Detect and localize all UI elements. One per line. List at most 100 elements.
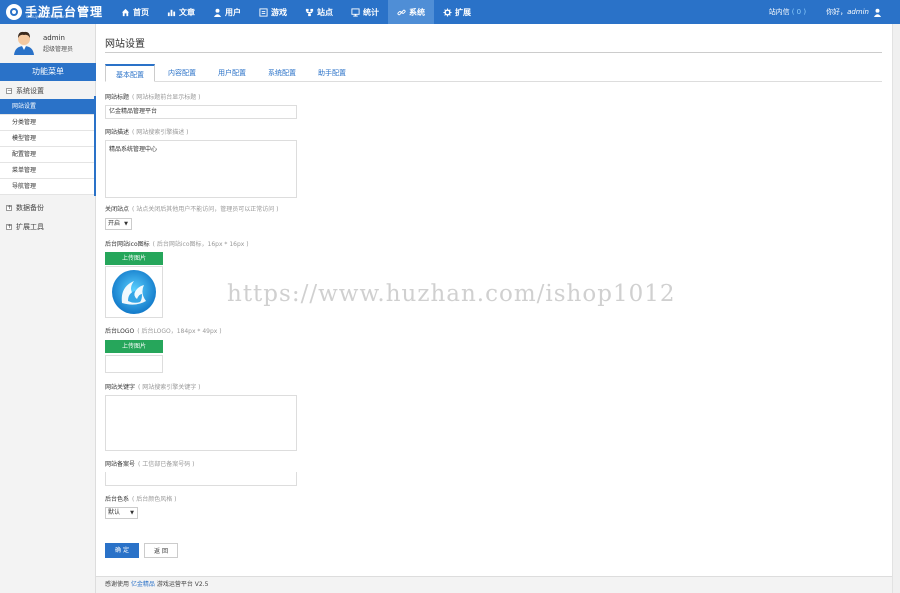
field-hint: ( 网站标题前台显示标题 ) — [132, 94, 201, 101]
username: admin — [847, 8, 869, 16]
nav-stats-label: 统计 — [363, 7, 379, 17]
nav-extend-label: 扩展 — [455, 7, 471, 17]
close-site-select[interactable]: 开启 ▼ — [105, 218, 132, 230]
nav-sites-label: 站点 — [317, 7, 333, 17]
field-label: 后台LOGO — [105, 328, 135, 335]
chart-icon — [167, 9, 176, 16]
tab-assistant[interactable]: 助手配置 — [307, 64, 357, 82]
dropdown-arrow-icon: ▼ — [130, 510, 134, 516]
field-label: 关闭站点 — [105, 206, 130, 213]
sidebar-item-config[interactable]: 配置管理 — [0, 147, 94, 163]
main-nav: 首页 文章 用户 游戏 站点 统计 系统 扩展 — [112, 0, 480, 24]
color-select[interactable]: 默认 ▼ — [105, 507, 138, 519]
field-hint: ( 后台颜色风格 ) — [132, 496, 177, 503]
site-desc-label: 网站描述( 网站搜索引擎描述 ) — [105, 127, 189, 136]
sidebar-item-models[interactable]: 模型管理 — [0, 131, 94, 147]
game-icon — [259, 7, 268, 17]
page-title: 网站设置 — [105, 39, 145, 50]
title-divider — [105, 52, 882, 53]
icp-input[interactable] — [105, 472, 297, 486]
field-hint: ( 后台LOGO，184px * 49px ) — [137, 328, 222, 335]
expand-icon: + — [6, 204, 13, 211]
field-label: 后台网站ico图标 — [105, 241, 150, 248]
sidebar-item-categories[interactable]: 分类管理 — [0, 115, 94, 131]
icp-label: 网站备案号( 工信部已备案号码 ) — [105, 459, 195, 468]
sidebar-group-label: 数据备份 — [16, 204, 44, 212]
keywords-label: 网站关键字( 网站搜索引擎关键字 ) — [105, 382, 201, 391]
select-value: 开启 — [108, 220, 121, 227]
save-button[interactable]: 确 定 — [105, 543, 139, 558]
monitor-icon — [351, 7, 360, 17]
site-title-input[interactable]: 亿金精品管理平台 — [105, 105, 297, 119]
nav-games[interactable]: 游戏 — [250, 0, 296, 24]
field-hint: ( 网站搜索引擎关键字 ) — [138, 384, 201, 391]
nav-articles-label: 文章 — [179, 7, 195, 17]
nav-stats[interactable]: 统计 — [342, 0, 388, 24]
logo-subtitle: shouyouhoutaiguanli — [26, 14, 68, 19]
ico-label: 后台网站ico图标( 后台网站ico图标，16px * 16px ) — [105, 239, 249, 248]
sidebar-item-site-settings[interactable]: 网站设置 — [0, 99, 94, 115]
footer-prefix: 感谢使用 — [105, 581, 131, 588]
menu-title: 功能菜单 — [0, 63, 96, 81]
nav-home[interactable]: 首页 — [112, 0, 158, 24]
field-label: 网站备案号 — [105, 461, 136, 468]
logo-icon — [6, 4, 22, 20]
flame-logo-icon — [112, 270, 156, 314]
sidebar-item-menus[interactable]: 菜单管理 — [0, 163, 94, 179]
user-menu-icon[interactable] — [873, 8, 882, 17]
field-label: 网站关键字 — [105, 384, 136, 391]
footer-link[interactable]: 亿金精品 — [131, 581, 155, 588]
logo-preview — [105, 355, 163, 373]
sitemap-icon — [305, 8, 314, 16]
tab-system[interactable]: 系统配置 — [257, 64, 307, 82]
nav-system[interactable]: 系统 — [388, 0, 434, 24]
sidebar-group-label: 系统设置 — [16, 87, 44, 95]
keywords-textarea[interactable] — [105, 395, 297, 451]
field-hint: ( 工信部已备案号码 ) — [138, 461, 195, 468]
messages-link[interactable]: 站内信( 0 ) — [769, 7, 808, 17]
sidebar-item-navigation[interactable]: 导航管理 — [0, 179, 94, 195]
sidebar-group-label: 扩展工具 — [16, 223, 44, 231]
collapse-icon: − — [6, 87, 13, 94]
dropdown-arrow-icon: ▼ — [124, 221, 128, 227]
user-greeting[interactable]: 你好，admin — [826, 7, 869, 17]
tab-content[interactable]: 内容配置 — [157, 64, 207, 82]
messages-count: ( 0 ) — [791, 8, 807, 16]
back-button[interactable]: 返 回 — [144, 543, 178, 558]
nav-sites[interactable]: 站点 — [296, 0, 342, 24]
tab-basic[interactable]: 基本配置 — [105, 64, 155, 82]
sidebar-group-backup[interactable]: + 数据备份 — [0, 201, 96, 215]
profile-card: admin 超级管理员 — [0, 24, 96, 61]
field-hint: ( 站点关闭后其他用户不能访问，管理员可以正常访问 ) — [132, 206, 279, 213]
select-value: 默认 — [108, 509, 121, 516]
tab-user[interactable]: 用户配置 — [207, 64, 257, 82]
nav-system-label: 系统 — [409, 7, 425, 17]
nav-articles[interactable]: 文章 — [158, 0, 204, 24]
ico-upload-button[interactable]: 上传图片 — [105, 252, 163, 265]
top-bar: 手游后台管理 shouyouhoutaiguanli 首页 文章 用户 游戏 站… — [0, 0, 900, 24]
sidebar-group-tools[interactable]: + 扩展工具 — [0, 220, 96, 234]
settings-tabs: 基本配置 内容配置 用户配置 系统配置 助手配置 — [105, 64, 882, 82]
color-label: 后台色系( 后台颜色风格 ) — [105, 494, 177, 503]
expand-icon: + — [6, 223, 13, 230]
home-icon — [121, 8, 130, 16]
nav-users-label: 用户 — [225, 7, 241, 17]
field-label: 网站描述 — [105, 129, 130, 136]
ico-preview — [105, 266, 163, 318]
logo-upload-button[interactable]: 上传图片 — [105, 340, 163, 353]
footer-suffix: 游戏运营平台 V2.5 — [154, 581, 209, 588]
site-desc-textarea[interactable]: 精品系统管理中心 — [105, 140, 297, 198]
nav-users[interactable]: 用户 — [204, 0, 250, 24]
messages-label: 站内信 — [768, 8, 790, 16]
watermark: https://www.huzhan.com/ishop1012 — [227, 281, 676, 307]
nav-games-label: 游戏 — [271, 7, 287, 17]
avatar — [14, 31, 34, 55]
greeting-text: 你好， — [826, 8, 848, 16]
nav-extend[interactable]: 扩展 — [434, 0, 480, 24]
field-label: 后台色系 — [105, 496, 130, 503]
logo-label: 后台LOGO( 后台LOGO，184px * 49px ) — [105, 326, 222, 335]
field-hint: ( 网站搜索引擎描述 ) — [132, 129, 189, 136]
gear-icon — [443, 7, 452, 17]
page-scrollbar[interactable] — [892, 24, 900, 593]
sidebar-group-system[interactable]: − 系统设置 — [0, 84, 96, 98]
